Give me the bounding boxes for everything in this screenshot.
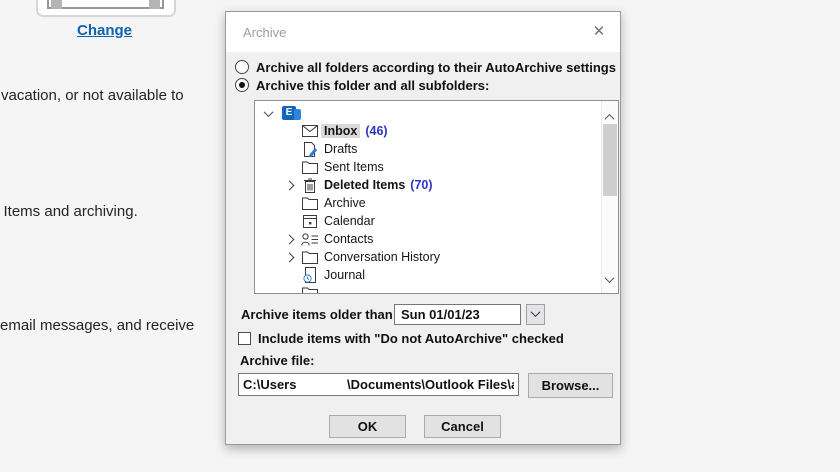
tree-item-label: Sent Items	[324, 160, 384, 174]
chevron-right-icon[interactable]	[283, 182, 295, 189]
unread-count: (46)	[365, 124, 387, 138]
tree-item-deleted-items[interactable]: Deleted Items (70)	[255, 176, 601, 194]
chevron-down-icon[interactable]	[262, 110, 274, 117]
tree-item-label: Archive	[324, 196, 366, 210]
tree-item-contacts[interactable]: Contacts	[255, 230, 601, 248]
tree-item-calendar[interactable]: Calendar	[255, 212, 601, 230]
profile-photo-placeholder	[47, 0, 164, 9]
tree-item-label: Deleted Items	[324, 178, 405, 192]
folder-icon	[301, 251, 319, 264]
ok-button[interactable]: OK	[329, 415, 406, 438]
tree-item-conversation-history[interactable]: Conversation History	[255, 248, 601, 266]
trash-can-icon	[301, 178, 319, 193]
change-photo-link[interactable]: Change	[77, 22, 132, 39]
scrollbar-thumb[interactable]	[603, 124, 617, 196]
resize-handle-right	[149, 0, 160, 9]
folder-icon	[301, 197, 319, 210]
exchange-account-icon	[280, 106, 298, 120]
chevron-right-icon[interactable]	[283, 236, 295, 243]
older-than-label: Archive items older than:	[241, 307, 397, 322]
tree-item-archive[interactable]: Archive	[255, 194, 601, 212]
radio-archive-all-folders[interactable]	[235, 60, 249, 74]
background-text-fragment-2: d Items and archiving.	[0, 203, 138, 220]
tree-item-label: Journal	[324, 268, 365, 282]
item-count: (70)	[410, 178, 432, 192]
archive-file-input[interactable]	[238, 373, 519, 396]
tree-item-label: Contacts	[324, 232, 373, 246]
include-autoarchive-checkbox[interactable]	[238, 332, 251, 345]
tree-item-sent-items[interactable]: Sent Items	[255, 158, 601, 176]
envelope-icon	[301, 125, 319, 137]
tree-item-inbox[interactable]: Inbox (46)	[255, 122, 601, 140]
chevron-right-icon[interactable]	[283, 254, 295, 261]
tree-item-account-root[interactable]	[255, 104, 601, 122]
date-dropdown-button[interactable]	[526, 304, 545, 325]
folder-icon	[301, 161, 319, 174]
outlook-settings-page: Change vacation, or not available to d I…	[0, 0, 840, 472]
folder-icon	[301, 287, 319, 295]
resize-handle-left	[51, 0, 62, 9]
radio-archive-this-folder[interactable]	[235, 78, 249, 92]
chevron-down-icon	[531, 307, 541, 317]
scroll-down-icon[interactable]	[606, 270, 613, 288]
include-autoarchive-label[interactable]: Include items with "Do not AutoArchive" …	[258, 331, 564, 346]
dialog-title: Archive	[243, 25, 286, 40]
journal-page-clock-icon	[301, 267, 319, 283]
background-text-fragment-1: vacation, or not available to	[1, 87, 184, 104]
tree-item-journal[interactable]: Journal	[255, 266, 601, 284]
background-text-fragment-3: email messages, and receive	[0, 317, 194, 334]
archive-dialog: Archive ✕ Archive all folders according …	[225, 11, 621, 445]
tree-item-label: Conversation History	[324, 250, 440, 264]
close-icon[interactable]: ✕	[588, 21, 610, 43]
calendar-icon	[301, 214, 319, 228]
older-than-date-field[interactable]: Sun 01/01/23	[394, 304, 521, 325]
radio-archive-all-folders-label[interactable]: Archive all folders according to their A…	[256, 60, 616, 75]
tree-item-drafts[interactable]: Drafts	[255, 140, 601, 158]
tree-scrollbar[interactable]	[601, 101, 618, 293]
dialog-titlebar[interactable]: Archive ✕	[226, 12, 620, 52]
radio-archive-this-folder-label[interactable]: Archive this folder and all subfolders:	[256, 78, 489, 93]
draft-page-pencil-icon	[301, 142, 319, 157]
tree-item-label: Inbox	[321, 124, 360, 138]
contact-card-icon	[301, 233, 319, 246]
tree-item-partial[interactable]	[255, 284, 601, 294]
tree-item-label: Drafts	[324, 142, 357, 156]
browse-button[interactable]: Browse...	[528, 373, 613, 398]
archive-file-label: Archive file:	[240, 353, 314, 368]
tree-item-label: Calendar	[324, 214, 375, 228]
cancel-button[interactable]: Cancel	[424, 415, 501, 438]
folder-tree[interactable]: Inbox (46) Drafts Sent Items	[254, 100, 619, 294]
